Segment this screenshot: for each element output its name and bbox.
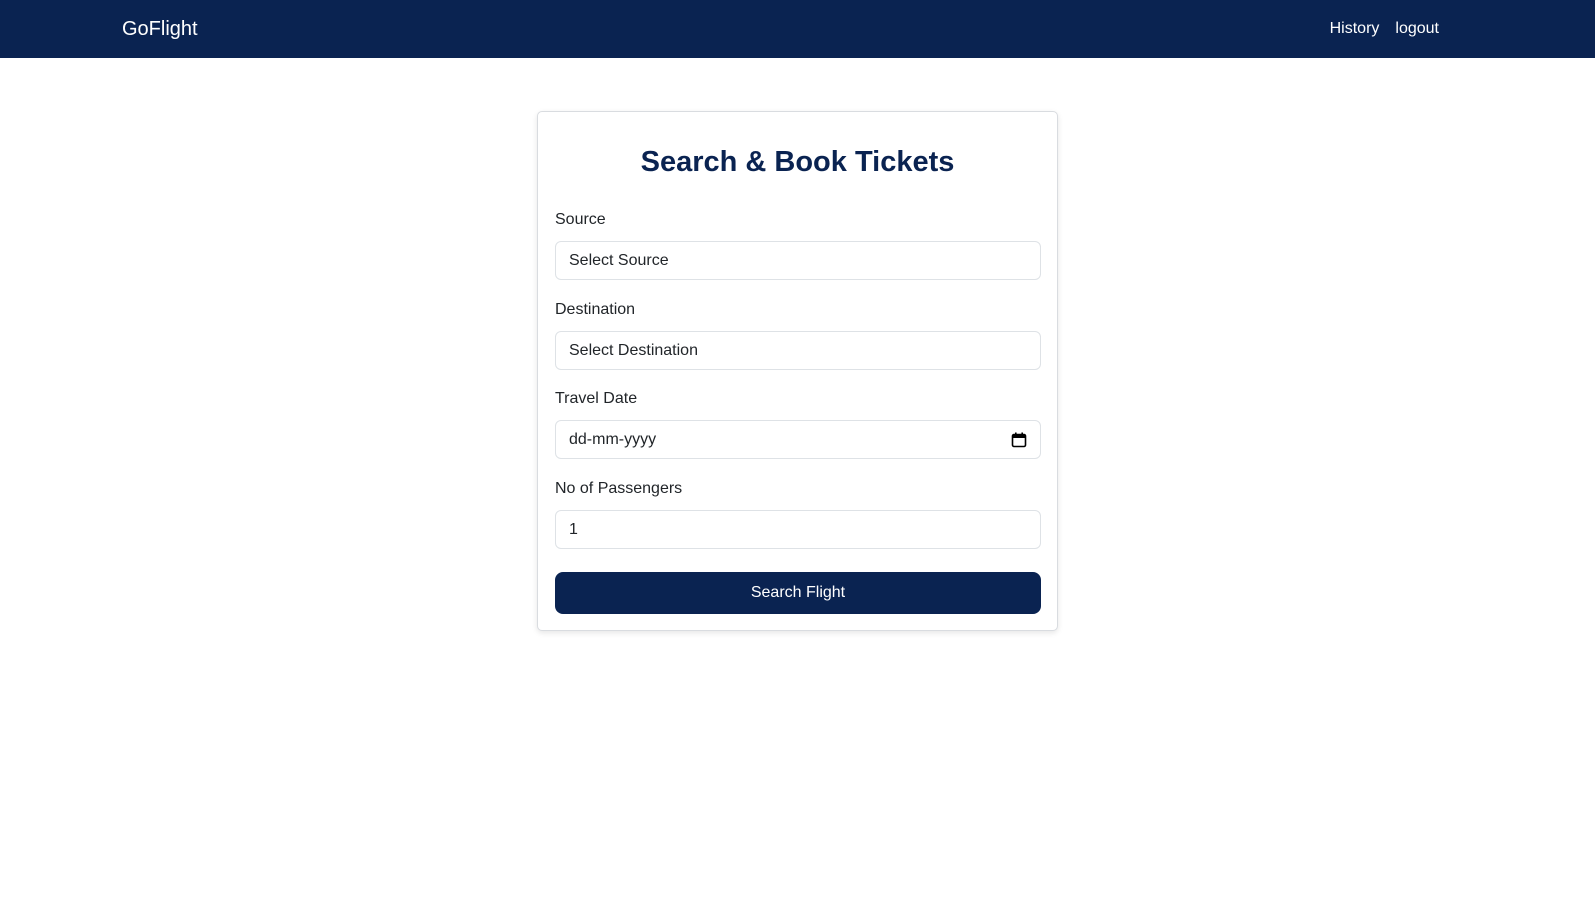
source-select-value: Select Source — [569, 251, 669, 269]
passengers-value: 1 — [569, 520, 578, 538]
brand-logo[interactable]: GoFlight — [122, 18, 198, 41]
passengers-label: No of Passengers — [555, 480, 683, 497]
source-label: Source — [555, 211, 606, 228]
destination-label: Destination — [555, 301, 636, 318]
destination-select-value: Select Destination — [569, 341, 698, 359]
top-navbar: GoFlight History logout — [0, 0, 1595, 58]
page-title: Search & Book Tickets — [640, 146, 955, 178]
travel-date-label: Travel Date — [555, 390, 638, 407]
source-select[interactable]: Select Source — [555, 241, 1041, 280]
passengers-input[interactable]: 1 — [555, 510, 1041, 549]
destination-select[interactable]: Select Destination — [555, 331, 1041, 370]
travel-date-placeholder: dd-mm-yyyy — [569, 430, 657, 448]
travel-date-input[interactable]: dd-mm-yyyy — [555, 420, 1041, 459]
search-form-card: Search & Book Tickets Source Select Sour… — [537, 111, 1058, 631]
calendar-icon[interactable] — [1011, 432, 1027, 448]
nav-link-logout[interactable]: logout — [1395, 20, 1439, 38]
nav-links: History logout — [1330, 20, 1439, 38]
search-flight-button[interactable]: Search Flight — [555, 572, 1041, 614]
nav-link-history[interactable]: History — [1330, 20, 1380, 38]
